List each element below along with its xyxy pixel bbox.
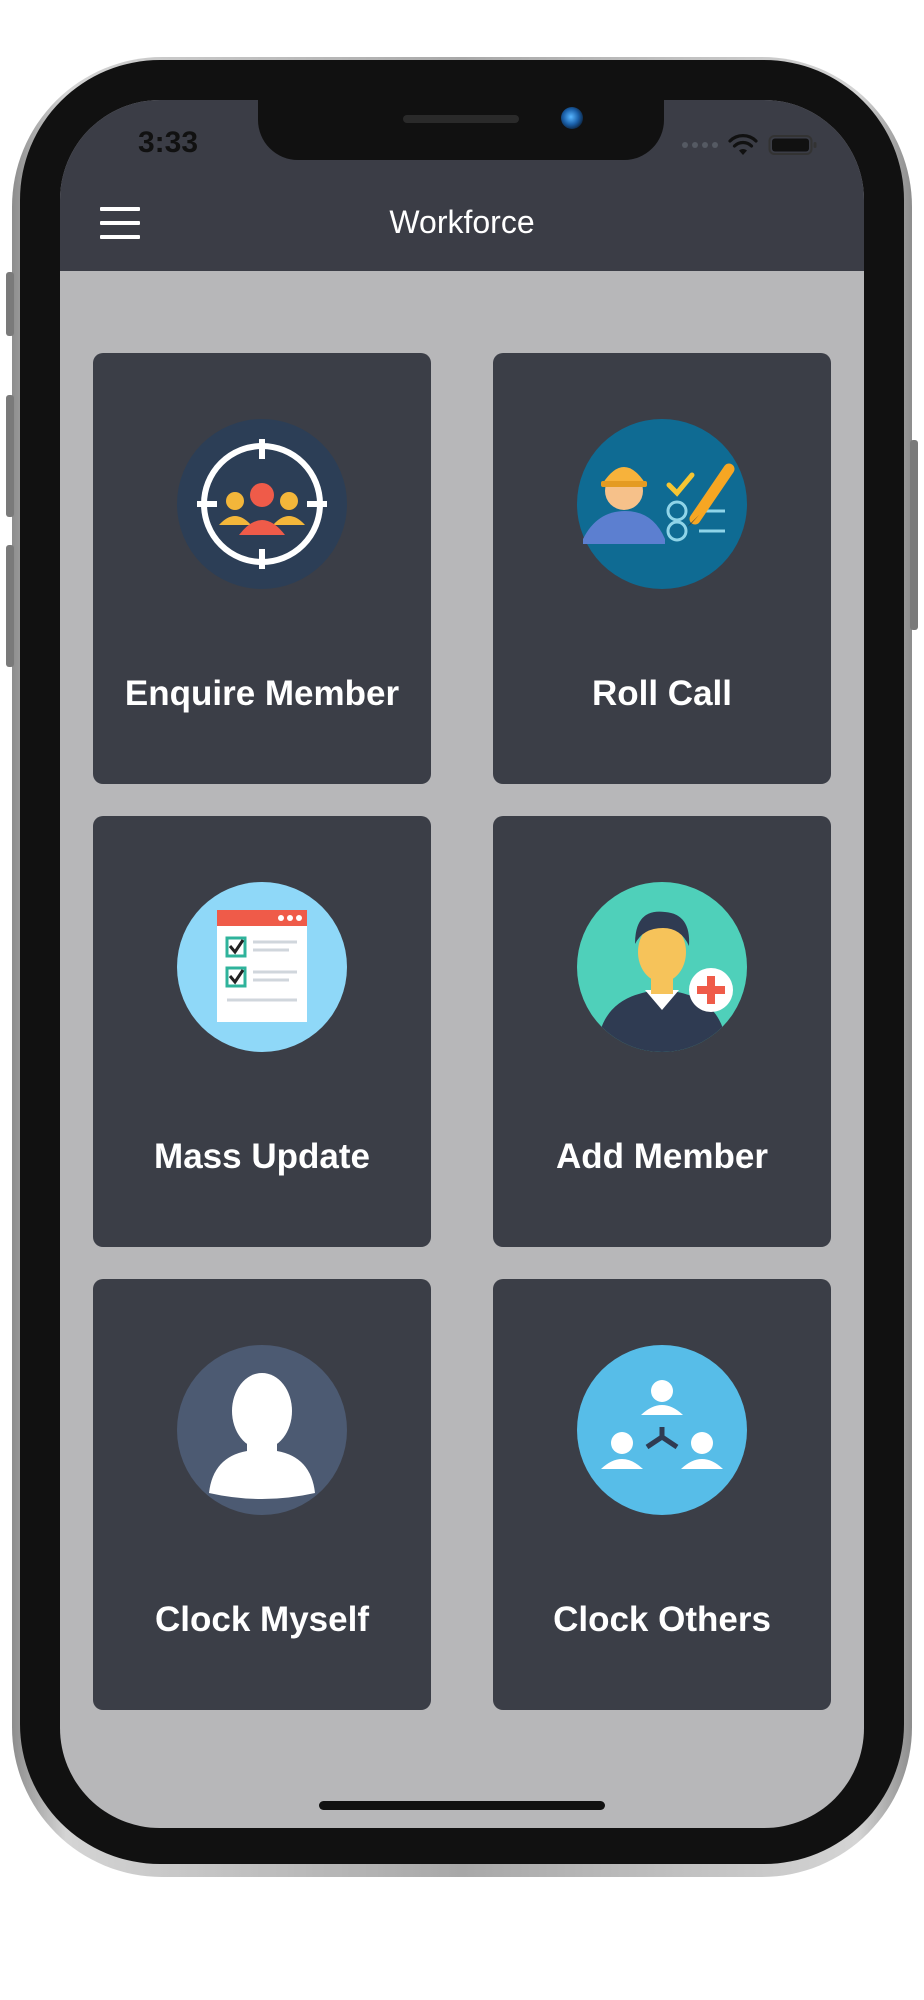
power-button bbox=[910, 440, 918, 630]
volume-up-button bbox=[6, 395, 14, 517]
mass-update-label: Mass Update bbox=[154, 1136, 370, 1176]
device-notch bbox=[258, 100, 664, 160]
add-member-tile[interactable]: Add Member bbox=[493, 816, 831, 1247]
front-camera bbox=[561, 107, 583, 129]
enquire-member-tile[interactable]: Enquire Member bbox=[93, 353, 431, 784]
roll-call-tile[interactable]: Roll Call bbox=[493, 353, 831, 784]
enquire-member-label: Enquire Member bbox=[124, 673, 400, 713]
home-indicator[interactable] bbox=[319, 1801, 605, 1810]
battery-icon bbox=[768, 135, 817, 155]
add-person-icon bbox=[577, 882, 747, 1052]
roll-call-label: Roll Call bbox=[591, 673, 733, 713]
signal-dots-icon bbox=[682, 142, 718, 148]
worker-checklist-icon bbox=[577, 419, 747, 589]
wifi-icon bbox=[728, 134, 758, 155]
add-member-label: Add Member bbox=[556, 1136, 768, 1176]
clock-myself-tile[interactable]: Clock Myself bbox=[93, 1279, 431, 1710]
speaker-grille bbox=[403, 115, 519, 123]
people-network-icon bbox=[577, 1345, 747, 1515]
volume-down-button bbox=[6, 545, 14, 667]
status-time: 3:33 bbox=[138, 126, 199, 159]
app-screen: 3:33 Workforce Enquire Member Roll Call … bbox=[60, 100, 864, 1828]
page-title: Workforce bbox=[389, 204, 535, 240]
target-group-icon bbox=[177, 419, 347, 589]
checklist-document-icon bbox=[177, 882, 347, 1052]
person-silhouette-icon bbox=[177, 1345, 347, 1515]
mute-switch bbox=[6, 272, 14, 336]
status-icons bbox=[682, 130, 818, 160]
mass-update-tile[interactable]: Mass Update bbox=[93, 816, 431, 1247]
clock-others-label: Clock Others bbox=[553, 1599, 771, 1639]
clock-others-tile[interactable]: Clock Others bbox=[493, 1279, 831, 1710]
clock-myself-label: Clock Myself bbox=[155, 1599, 369, 1639]
